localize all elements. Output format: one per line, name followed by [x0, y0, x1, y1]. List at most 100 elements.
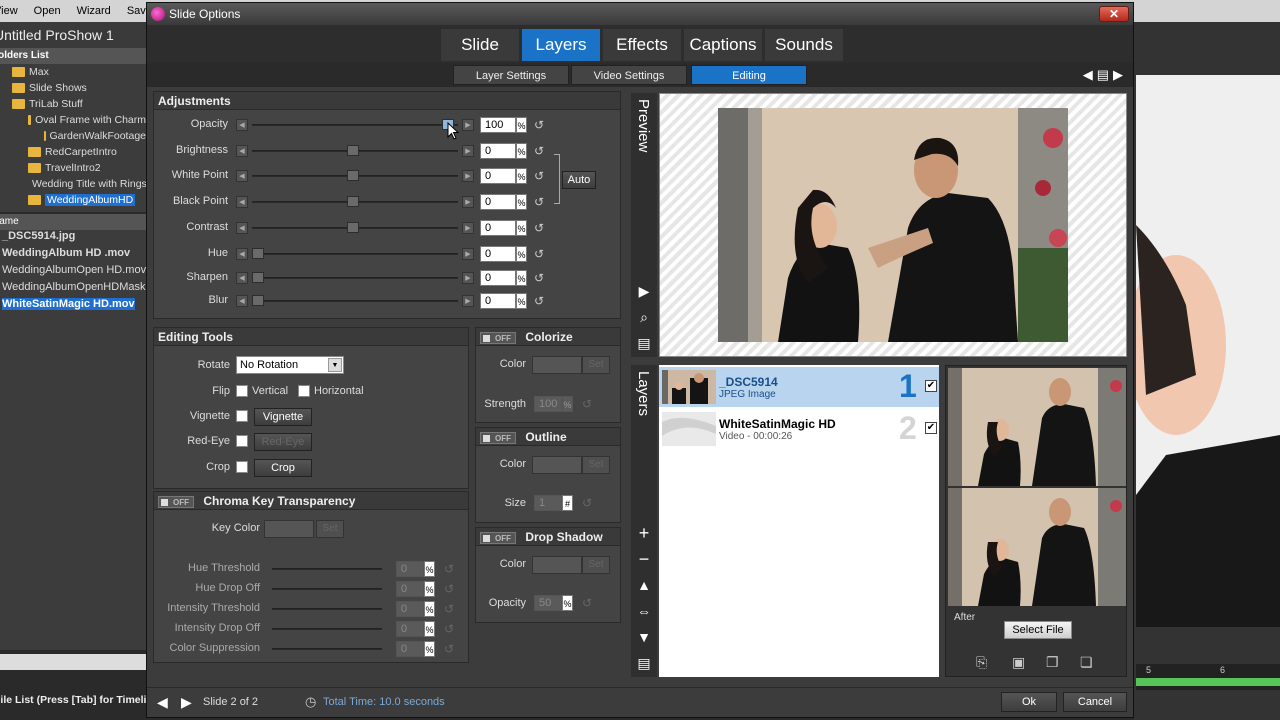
- bg-file-item[interactable]: _DSC5914.jpg: [0, 230, 146, 247]
- vignette-checkbox[interactable]: [236, 410, 248, 422]
- shadow-set-button[interactable]: Set: [582, 556, 610, 574]
- colorize-toggle[interactable]: OFF: [480, 331, 516, 344]
- shadow-opacity-input[interactable]: 50: [534, 595, 562, 611]
- layer-row[interactable]: _DSC5914 JPEG Image 1 ✔: [659, 367, 939, 407]
- key-color-swatch[interactable]: [264, 520, 314, 538]
- bg-file-item[interactable]: WeddingAlbumOpen HD.mov: [0, 264, 146, 281]
- colorize-color-swatch[interactable]: [532, 356, 582, 374]
- increase-arrow-icon[interactable]: ▶: [462, 196, 474, 208]
- decrease-arrow-icon[interactable]: ◀: [236, 272, 248, 284]
- contrast-input[interactable]: 0: [480, 220, 516, 236]
- hue-input[interactable]: 0: [480, 246, 516, 262]
- brightness-slider-knob[interactable]: [347, 145, 359, 156]
- move-both-icon[interactable]: ⇔: [636, 603, 652, 619]
- hue-drop-off-slider-track[interactable]: [272, 588, 382, 590]
- bg-tree-item[interactable]: TriLab Stuff: [0, 96, 146, 112]
- decrease-arrow-icon[interactable]: ◀: [236, 295, 248, 307]
- hue-threshold-input[interactable]: 0: [396, 561, 424, 577]
- bg-tree-item[interactable]: WeddingAlbumHD: [0, 192, 146, 208]
- subtab-editing[interactable]: Editing: [691, 65, 807, 85]
- move-up-icon[interactable]: ▲: [636, 577, 652, 593]
- hue-drop-off-input[interactable]: 0: [396, 581, 424, 597]
- reset-icon[interactable]: ↺: [534, 248, 546, 260]
- reset-icon[interactable]: ↺: [534, 119, 546, 131]
- flip-horizontal-checkbox[interactable]: [298, 385, 310, 397]
- reset-icon[interactable]: ↺: [534, 145, 546, 157]
- preview-options-icon[interactable]: ▤: [636, 335, 652, 351]
- vignette-button[interactable]: Vignette: [254, 408, 312, 426]
- sharpen-slider-track[interactable]: [252, 277, 458, 279]
- layer-visible-checkbox[interactable]: ✔: [925, 380, 937, 392]
- bg-tree-item[interactable]: GardenWalkFootage: [0, 128, 146, 144]
- opacity-input[interactable]: 100: [480, 117, 516, 133]
- flip-vertical-checkbox[interactable]: [236, 385, 248, 397]
- black-point-slider-knob[interactable]: [347, 196, 359, 207]
- hue-threshold-slider-track[interactable]: [272, 568, 382, 570]
- hue-slider-track[interactable]: [252, 253, 458, 255]
- size-input[interactable]: 1: [534, 495, 562, 511]
- bg-scrollbar[interactable]: [0, 654, 146, 670]
- key-color-set-button[interactable]: Set: [316, 520, 344, 538]
- layer-row[interactable]: WhiteSatinMagic HD Video - 00:00:26 2 ✔: [659, 409, 939, 449]
- brightness-input[interactable]: 0: [480, 143, 516, 159]
- reset-icon[interactable]: ↺: [534, 170, 546, 182]
- bg-menu-wizard[interactable]: Wizard: [69, 5, 119, 17]
- strength-reset-icon[interactable]: ↺: [582, 398, 594, 410]
- tab-effects[interactable]: Effects: [603, 29, 681, 61]
- reset-icon[interactable]: ↺: [444, 563, 456, 575]
- paste-icon[interactable]: ❏: [1080, 654, 1093, 671]
- intensity-threshold-slider-track[interactable]: [272, 608, 382, 610]
- bg-tree-item[interactable]: RedCarpetIntro: [0, 144, 146, 160]
- reset-icon[interactable]: ↺: [534, 272, 546, 284]
- outline-set-button[interactable]: Set: [582, 456, 610, 474]
- intensity-threshold-input[interactable]: 0: [396, 601, 424, 617]
- crop-checkbox[interactable]: [236, 461, 248, 473]
- bg-menu-view[interactable]: View: [0, 5, 26, 17]
- decrease-arrow-icon[interactable]: ◀: [236, 119, 248, 131]
- sharpen-slider-knob[interactable]: [252, 272, 264, 283]
- zoom-icon[interactable]: ⌕: [636, 309, 652, 325]
- reset-icon[interactable]: ↺: [444, 603, 456, 615]
- outline-color-swatch[interactable]: [532, 456, 582, 474]
- subtab-layer-settings[interactable]: Layer Settings: [453, 65, 569, 85]
- layer-options-icon[interactable]: ▤: [636, 655, 652, 671]
- intensity-drop-off-input[interactable]: 0: [396, 621, 424, 637]
- decrease-arrow-icon[interactable]: ◀: [236, 248, 248, 260]
- outline-toggle[interactable]: OFF: [480, 431, 516, 444]
- increase-arrow-icon[interactable]: ▶: [462, 222, 474, 234]
- reset-icon[interactable]: ↺: [534, 196, 546, 208]
- cancel-button[interactable]: Cancel: [1063, 692, 1127, 712]
- color-suppression-input[interactable]: 0: [396, 641, 424, 657]
- tab-captions[interactable]: Captions: [684, 29, 762, 61]
- remove-layer-icon[interactable]: −: [636, 550, 652, 568]
- move-down-icon[interactable]: ▼: [636, 629, 652, 645]
- close-button[interactable]: ✕: [1099, 6, 1129, 22]
- import-icon[interactable]: ⎘: [976, 654, 987, 671]
- bg-tree-item[interactable]: Oval Frame with Charm: [0, 112, 146, 128]
- white-point-input[interactable]: 0: [480, 168, 516, 184]
- decrease-arrow-icon[interactable]: ◀: [236, 222, 248, 234]
- tab-sounds[interactable]: Sounds: [765, 29, 843, 61]
- chroma-key-toggle[interactable]: OFF: [158, 495, 194, 508]
- bg-file-item[interactable]: WeddingAlbumOpenHDMask.mov: [0, 281, 146, 298]
- increase-arrow-icon[interactable]: ▶: [462, 295, 474, 307]
- redeye-button[interactable]: Red-Eye: [254, 433, 312, 451]
- colorize-set-button[interactable]: Set: [582, 356, 610, 374]
- copy-icon[interactable]: ❐: [1046, 654, 1059, 671]
- subtab-video-settings[interactable]: Video Settings: [571, 65, 687, 85]
- decrease-arrow-icon[interactable]: ◀: [236, 145, 248, 157]
- play-icon[interactable]: ▶: [636, 283, 652, 299]
- bg-tree-item[interactable]: TravelIntro2: [0, 160, 146, 176]
- bg-tree-item[interactable]: Wedding Title with Rings: [0, 176, 146, 192]
- reset-icon[interactable]: ↺: [534, 222, 546, 234]
- file-info-icon[interactable]: ▣: [1012, 654, 1025, 671]
- reset-icon[interactable]: ↺: [444, 583, 456, 595]
- reset-icon[interactable]: ↺: [444, 623, 456, 635]
- increase-arrow-icon[interactable]: ▶: [462, 145, 474, 157]
- tab-slide[interactable]: Slide: [441, 29, 519, 61]
- layer-visible-checkbox[interactable]: ✔: [925, 422, 937, 434]
- shadow-color-swatch[interactable]: [532, 556, 582, 574]
- add-layer-icon[interactable]: +: [636, 524, 652, 542]
- shadow-opacity-reset-icon[interactable]: ↺: [582, 597, 594, 609]
- reset-icon[interactable]: ↺: [534, 295, 546, 307]
